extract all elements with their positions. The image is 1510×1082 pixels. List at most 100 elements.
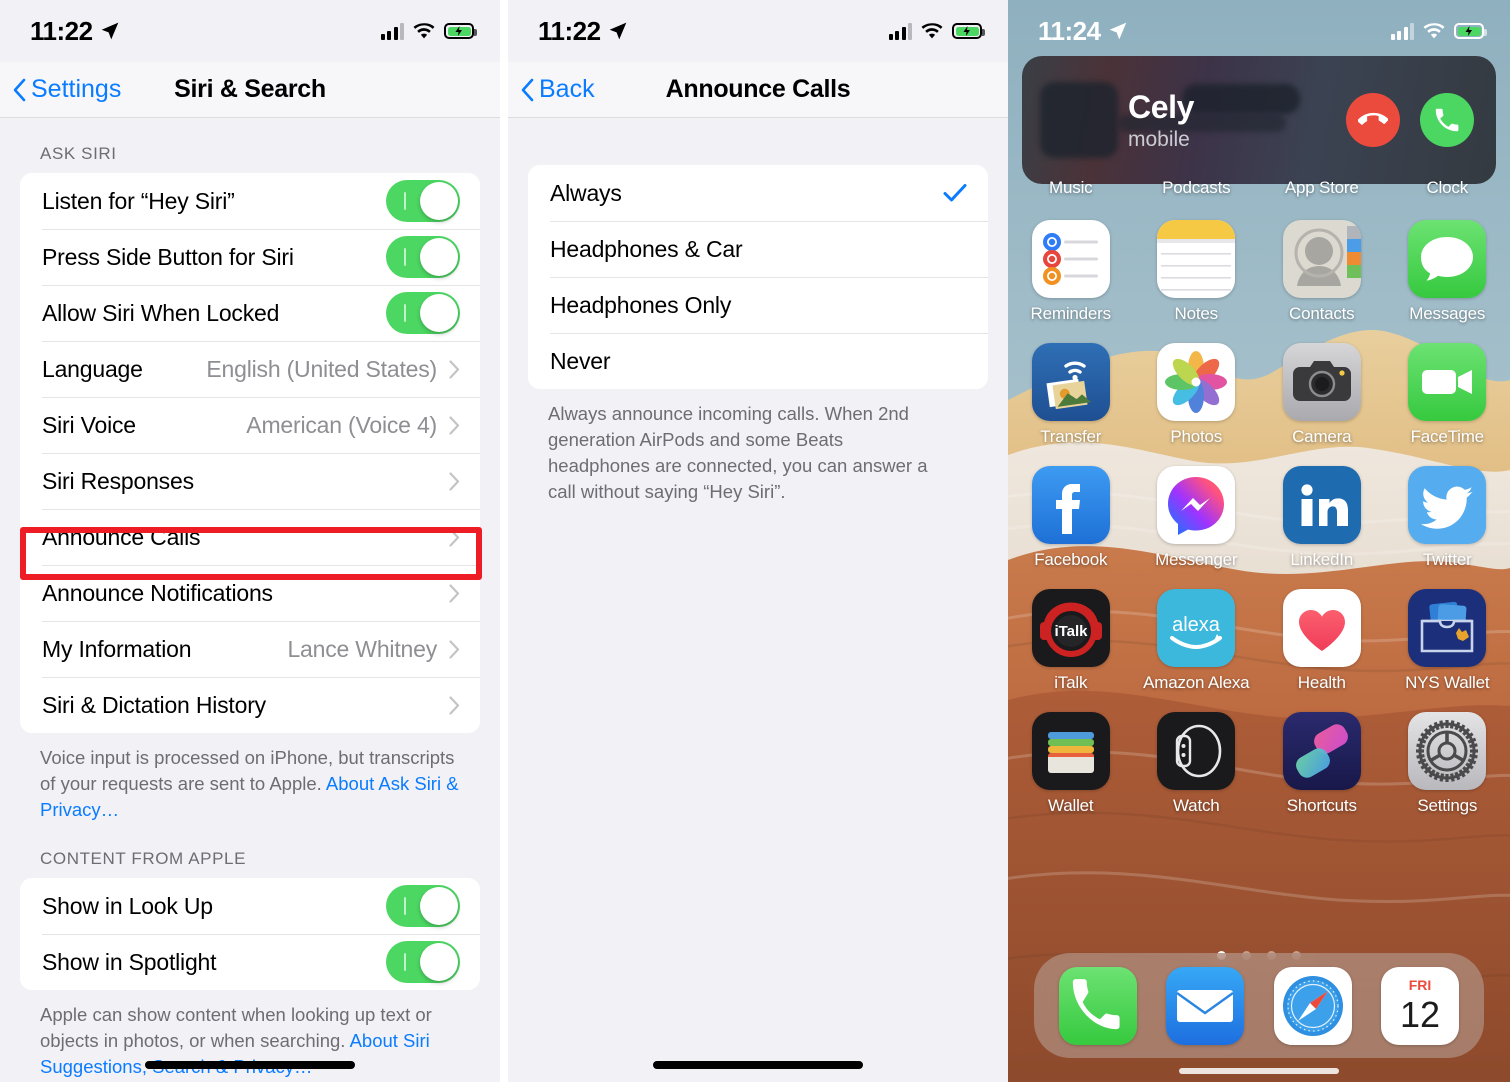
nys-wallet-icon[interactable]: [1408, 589, 1487, 667]
app-cell-transfer: Transfer: [1008, 343, 1134, 447]
app-label: Podcasts: [1162, 178, 1231, 197]
row-listen-for-hey-siri[interactable]: Listen for “Hey Siri”: [20, 173, 480, 229]
italk-icon[interactable]: iTalk: [1031, 589, 1110, 667]
status-bar-left: 11:24: [1038, 16, 1128, 47]
app-cell-health: Health: [1259, 589, 1385, 693]
settings-icon[interactable]: [1408, 712, 1487, 790]
row-right: [386, 292, 460, 334]
location-arrow-icon: [609, 22, 626, 40]
alexa-icon[interactable]: alexa: [1157, 589, 1236, 667]
contacts-icon[interactable]: [1282, 220, 1361, 298]
row-show-in-spotlight[interactable]: Show in Spotlight: [20, 934, 480, 990]
content-from-apple-group: Show in Look Up Show in Spotlight: [20, 878, 480, 990]
row-label: Siri & Dictation History: [42, 691, 266, 718]
row-announce-notifications[interactable]: Announce Notifications: [20, 565, 480, 621]
toggle-show-in-look-up[interactable]: [386, 885, 460, 927]
messages-icon[interactable]: [1408, 220, 1487, 298]
row-allow-siri-when-locked[interactable]: Allow Siri When Locked: [20, 285, 480, 341]
app-cell-settings: Settings: [1385, 712, 1510, 816]
facebook-icon[interactable]: [1031, 466, 1110, 544]
toggle-show-in-spotlight[interactable]: [386, 941, 460, 983]
twitter-icon[interactable]: [1408, 466, 1487, 544]
app-cell: Music: [1008, 178, 1134, 198]
app-label: Watch: [1172, 796, 1220, 815]
shortcuts-icon[interactable]: [1282, 712, 1361, 790]
row-right: Lance Whitney: [287, 636, 460, 663]
cellular-signal-icon: [888, 22, 912, 40]
phone-icon[interactable]: [1058, 966, 1137, 1045]
transfer-icon[interactable]: [1031, 343, 1110, 421]
row-show-in-look-up[interactable]: Show in Look Up: [20, 878, 480, 934]
app-cell: App Store: [1259, 178, 1385, 198]
linkedin-icon[interactable]: [1282, 466, 1361, 544]
row-my-information[interactable]: My Information Lance Whitney: [20, 621, 480, 677]
home-indicator: [145, 1061, 355, 1069]
notes-icon[interactable]: [1157, 220, 1236, 298]
facetime-icon[interactable]: [1408, 343, 1487, 421]
health-icon[interactable]: [1282, 589, 1361, 667]
row-press-side-button[interactable]: Press Side Button for Siri: [20, 229, 480, 285]
row-value: American (Voice 4): [246, 411, 437, 438]
app-label: Contacts: [1289, 304, 1355, 323]
checkmark-icon: [943, 184, 967, 202]
chevron-right-icon: [449, 359, 460, 379]
app-row: Transfer Photos Camera FaceTime: [1008, 343, 1510, 447]
call-action-buttons: [1346, 93, 1474, 147]
option-label: Headphones & Car: [550, 235, 743, 262]
announce-calls-footer: Always announce incoming calls. When 2nd…: [548, 403, 928, 502]
row-right: [449, 471, 460, 491]
app-cell-messages: Messages: [1385, 220, 1510, 324]
app-cell-contacts: Contacts: [1259, 220, 1385, 324]
redacted-name-block: [1182, 84, 1300, 114]
redacted-avatar-block: [1040, 82, 1118, 158]
row-right: [386, 885, 460, 927]
camera-icon[interactable]: [1282, 343, 1361, 421]
battery-charging-icon: [1454, 23, 1487, 39]
option-label: Headphones Only: [550, 291, 732, 318]
option-never[interactable]: Never: [528, 333, 988, 389]
messenger-icon[interactable]: [1157, 466, 1236, 544]
safari-icon[interactable]: [1273, 966, 1352, 1045]
toggle-press-side-button[interactable]: [386, 236, 460, 278]
app-cell-linkedin: LinkedIn: [1259, 466, 1385, 570]
app-row-partially-hidden: Music Podcasts App Store Clock: [1008, 178, 1510, 198]
app-cell-camera: Camera: [1259, 343, 1385, 447]
row-right: [449, 527, 460, 547]
app-label: iTalk: [1054, 673, 1088, 692]
wallet-icon[interactable]: [1031, 712, 1110, 790]
app-label: Messenger: [1155, 550, 1238, 569]
caller-name: Cely: [1128, 88, 1194, 125]
calendar-weekday: FRI: [1409, 977, 1432, 993]
row-siri-voice[interactable]: Siri Voice American (Voice 4): [20, 397, 480, 453]
panel-siri-and-search: 11:22 Settings Siri & Search ASK SIRI Li…: [0, 0, 500, 1082]
toggle-listen-for-hey-siri[interactable]: [386, 180, 460, 222]
row-siri-responses[interactable]: Siri Responses: [20, 453, 480, 509]
caller-line-label: mobile: [1128, 127, 1190, 151]
app-label: App Store: [1284, 178, 1359, 197]
app-cell-notes: Notes: [1134, 220, 1260, 324]
toggle-allow-siri-when-locked[interactable]: [386, 292, 460, 334]
mail-icon[interactable]: [1166, 966, 1245, 1045]
app-cell-photos: Photos: [1134, 343, 1260, 447]
option-headphones-only[interactable]: Headphones Only: [528, 277, 988, 333]
app-label: Reminders: [1030, 304, 1112, 323]
row-siri-and-dictation-history[interactable]: Siri & Dictation History: [20, 677, 480, 733]
photos-icon[interactable]: [1157, 343, 1236, 421]
row-announce-calls[interactable]: Announce Calls: [20, 509, 480, 565]
app-label: Music: [1049, 178, 1093, 197]
row-language[interactable]: Language English (United States): [20, 341, 480, 397]
ask-siri-footer: Voice input is processed on iPhone, but …: [0, 733, 500, 823]
watch-icon[interactable]: [1157, 712, 1236, 790]
option-headphones-and-car[interactable]: Headphones & Car: [528, 221, 988, 277]
app-cell-wallet: Wallet: [1008, 712, 1134, 816]
calendar-icon[interactable]: FRI 12: [1381, 966, 1460, 1045]
reminders-icon[interactable]: [1031, 220, 1110, 298]
home-screen-content: 11:24 Cely mobile Music Podcasts App Sto…: [1008, 0, 1510, 1082]
decline-call-button[interactable]: [1346, 93, 1400, 147]
battery-charging-icon: [444, 23, 477, 39]
app-row: iTalk iTalk alexa Amazon Alexa Health NY…: [1008, 589, 1510, 693]
incoming-call-banner[interactable]: Cely mobile: [1022, 56, 1496, 184]
accept-call-button[interactable]: [1420, 93, 1474, 147]
option-always[interactable]: Always: [528, 165, 988, 221]
app-label: Camera: [1292, 427, 1352, 446]
